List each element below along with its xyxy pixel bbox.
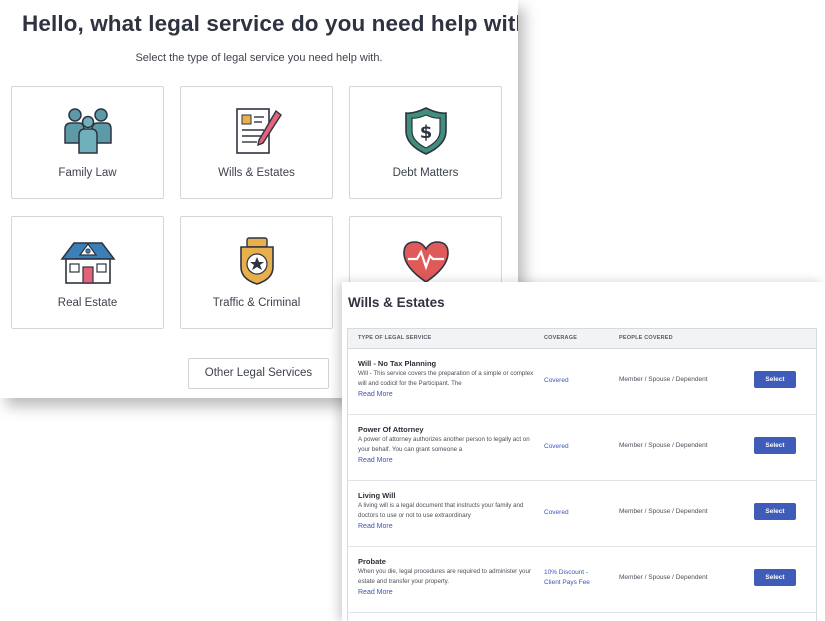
coverage-line: 10% Discount - <box>544 569 589 576</box>
service-name: Probate <box>358 557 386 566</box>
table-row: Will - No Tax Planning Will - This servi… <box>348 349 816 415</box>
family-icon <box>63 108 112 154</box>
coverage-text: Covered <box>544 508 569 518</box>
heart-pulse-icon <box>402 241 449 283</box>
card-wills-estates[interactable]: Wills & Estates <box>180 86 333 199</box>
coverage-text: Covered <box>544 376 569 386</box>
service-description: A living will is a legal document that i… <box>358 502 524 519</box>
card-family-law[interactable]: Family Law <box>11 86 164 199</box>
select-button[interactable]: Select <box>754 503 796 520</box>
page-subtitle: Select the type of legal service you nee… <box>135 52 383 64</box>
other-legal-services-button[interactable]: Other Legal Services <box>188 358 329 389</box>
svg-text:$: $ <box>419 122 432 143</box>
police-badge-icon <box>239 237 274 285</box>
service-description: Will - This service covers the preparati… <box>358 370 534 387</box>
read-more-link[interactable]: Read More <box>358 457 393 464</box>
page-heading: Hello, what legal service do you need he… <box>22 11 518 36</box>
select-button[interactable]: Select <box>754 569 796 586</box>
column-header-coverage: COVERAGE <box>544 335 578 341</box>
coverage-line: Client Pays Fee <box>544 579 590 586</box>
column-header-service: TYPE OF LEGAL SERVICE <box>358 335 432 341</box>
card-label: Real Estate <box>57 297 118 309</box>
table-row: Power Of Attorney A power of attorney au… <box>348 415 816 481</box>
house-icon <box>59 242 116 284</box>
card-label: Debt Matters <box>392 167 459 179</box>
read-more-link[interactable]: Read More <box>358 523 393 530</box>
table-row: Probate When you die, legal procedures a… <box>348 547 816 613</box>
service-name: Will - No Tax Planning <box>358 359 437 368</box>
card-debt-matters[interactable]: $ Debt Matters <box>349 86 502 199</box>
wills-estates-panel: Wills & Estates TYPE OF LEGAL SERVICE CO… <box>342 282 825 621</box>
people-covered: Member / Spouse / Dependent <box>619 508 708 515</box>
select-button[interactable]: Select <box>754 371 796 388</box>
coverage-line: Covered <box>544 443 569 450</box>
service-name: Living Will <box>358 491 396 500</box>
people-covered: Member / Spouse / Dependent <box>619 574 708 581</box>
table-row: Living Will A living will is a legal doc… <box>348 481 816 547</box>
service-description: A power of attorney authorizes another p… <box>358 436 530 453</box>
table-header: TYPE OF LEGAL SERVICE COVERAGE PEOPLE CO… <box>348 329 816 349</box>
service-name: Power Of Attorney <box>358 425 424 434</box>
coverage-line: Covered <box>544 509 569 516</box>
card-label: Traffic & Criminal <box>212 297 301 309</box>
select-button[interactable]: Select <box>754 437 796 454</box>
card-real-estate[interactable]: Real Estate <box>11 216 164 329</box>
card-label: Family Law <box>58 167 117 179</box>
coverage-text: 10% Discount - Client Pays Fee <box>544 568 590 588</box>
dollar-shield-icon: $ <box>404 107 447 155</box>
people-covered: Member / Spouse / Dependent <box>619 442 708 449</box>
card-label: Wills & Estates <box>218 167 295 179</box>
services-table: TYPE OF LEGAL SERVICE COVERAGE PEOPLE CO… <box>347 328 817 621</box>
card-traffic-criminal[interactable]: Traffic & Criminal <box>180 216 333 329</box>
read-more-link[interactable]: Read More <box>358 589 393 596</box>
panel-title: Wills & Estates <box>348 295 445 310</box>
people-covered: Member / Spouse / Dependent <box>619 376 708 383</box>
service-description: When you die, legal procedures are requi… <box>358 568 531 585</box>
coverage-text: Covered <box>544 442 569 452</box>
read-more-link[interactable]: Read More <box>358 391 393 398</box>
column-header-people: PEOPLE COVERED <box>619 335 673 341</box>
document-pen-icon <box>235 108 282 154</box>
coverage-line: Covered <box>544 377 569 384</box>
